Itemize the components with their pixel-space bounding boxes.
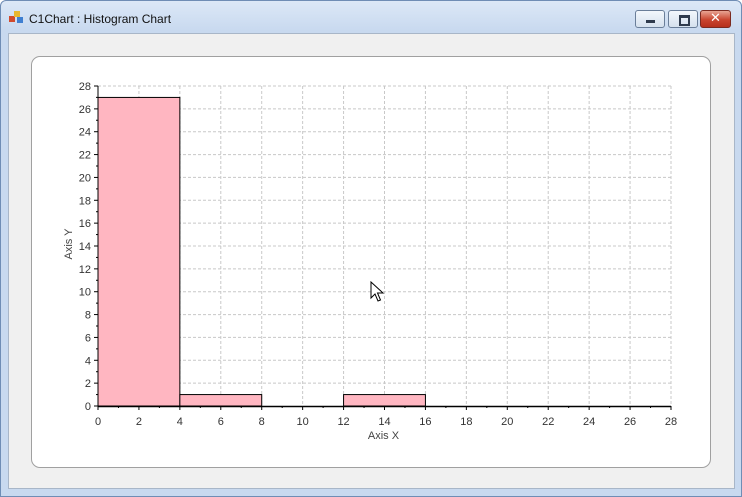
y-tick-label: 22	[79, 150, 91, 162]
histogram-chart[interactable]: 0 2 4 6 8 10 12 14 16 18 20 22 24 26 28024681012141618…	[1, 1, 741, 496]
app-window: C1Chart : Histogram Chart ✕ 0 2 4 6 8 10 12 14 1…	[0, 0, 742, 497]
mouse-cursor-icon	[370, 281, 384, 302]
x-tick-label: 12	[337, 416, 349, 428]
y-tick-label: 4	[85, 355, 91, 367]
y-tick-label: 20	[79, 172, 91, 184]
y-axis-title: Axis Y	[63, 228, 75, 260]
x-tick-label: 16	[419, 416, 431, 428]
x-tick-label: 2	[136, 416, 142, 428]
x-tick-label: 26	[624, 416, 636, 428]
histogram-bar[interactable]	[179, 394, 263, 407]
x-tick-label: 8	[259, 416, 265, 428]
x-tick-label: 24	[583, 416, 595, 428]
y-tick-label: 28	[79, 81, 91, 93]
y-tick-label: 26	[79, 104, 91, 116]
x-tick-label: 28	[665, 416, 677, 428]
x-tick-label: 0	[95, 416, 101, 428]
x-tick-label: 10	[297, 416, 309, 428]
y-tick-label: 2	[85, 378, 91, 390]
y-axis-ticks: 0246810121416182022242628	[79, 81, 98, 413]
y-tick-label: 6	[85, 332, 91, 344]
histogram-bar[interactable]	[343, 394, 426, 407]
x-tick-label: 22	[542, 416, 554, 428]
x-axis-title: Axis X	[368, 430, 400, 442]
y-tick-label: 18	[79, 195, 91, 207]
grid-lines	[98, 85, 672, 406]
x-tick-label: 4	[177, 416, 183, 428]
x-tick-label: 14	[378, 416, 390, 428]
y-tick-label: 10	[79, 287, 91, 299]
x-axis-ticks: 0 2 4 6 8 10 12 14 16 18 20 22 24 26 28	[95, 406, 677, 428]
y-tick-label: 24	[79, 127, 91, 139]
y-tick-label: 8	[85, 310, 91, 322]
x-tick-label: 6	[218, 416, 224, 428]
y-tick-label: 0	[85, 401, 91, 413]
x-tick-label: 20	[501, 416, 513, 428]
y-tick-label: 16	[79, 218, 91, 230]
histogram-bar[interactable]	[97, 96, 181, 407]
y-tick-label: 12	[79, 264, 91, 276]
x-tick-label: 18	[460, 416, 472, 428]
y-tick-label: 14	[79, 241, 91, 253]
